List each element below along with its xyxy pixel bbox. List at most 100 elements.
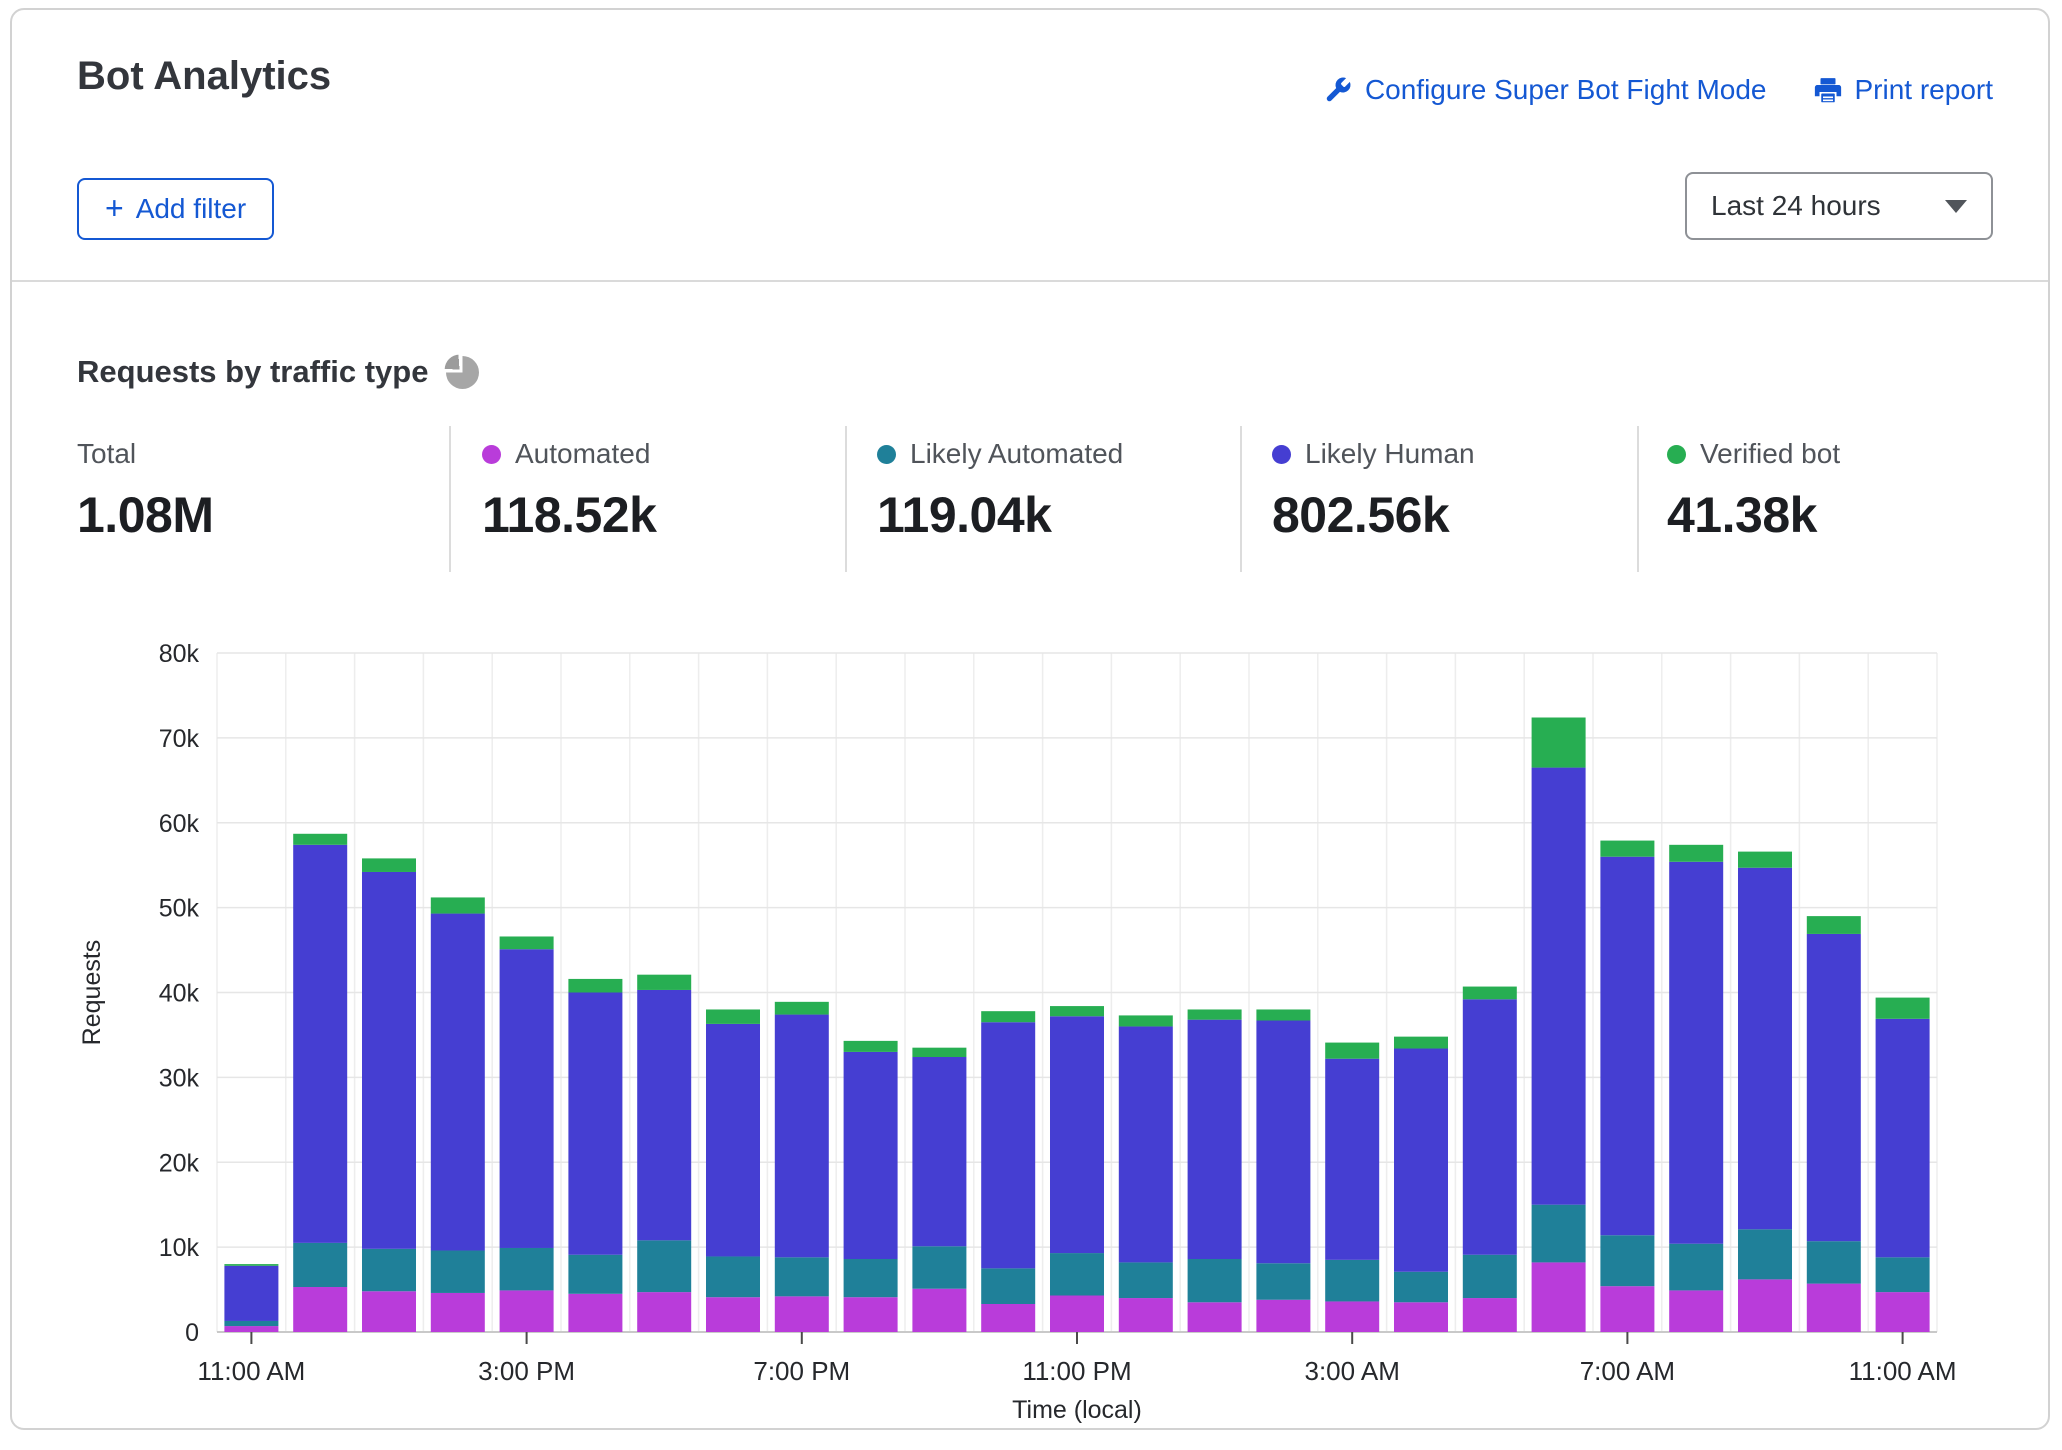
bar-segment-likely-automated[interactable] bbox=[293, 1243, 347, 1287]
configure-super-bot-fight-mode-link[interactable]: Configure Super Bot Fight Mode bbox=[1323, 74, 1767, 106]
bar-segment-likely-human[interactable] bbox=[981, 1022, 1035, 1268]
bar-segment-likely-automated[interactable] bbox=[224, 1321, 278, 1326]
bar-segment-automated[interactable] bbox=[844, 1297, 898, 1332]
bar-segment-likely-automated[interactable] bbox=[637, 1240, 691, 1292]
bar-segment-likely-automated[interactable] bbox=[1119, 1262, 1173, 1298]
bar-hour-11[interactable] bbox=[981, 1011, 1035, 1332]
bar-segment-likely-automated[interactable] bbox=[500, 1248, 554, 1290]
time-range-dropdown[interactable]: Last 24 hours bbox=[1685, 172, 1993, 240]
bar-segment-automated[interactable] bbox=[1325, 1301, 1379, 1332]
bar-segment-automated[interactable] bbox=[706, 1297, 760, 1332]
bar-segment-verified-bot[interactable] bbox=[775, 1002, 829, 1015]
bar-segment-likely-human[interactable] bbox=[1325, 1059, 1379, 1260]
stat-automated[interactable]: Automated 118.52k bbox=[482, 438, 656, 544]
bar-hour-8[interactable] bbox=[775, 1002, 829, 1332]
bar-segment-likely-human[interactable] bbox=[1119, 1026, 1173, 1262]
bar-segment-likely-human[interactable] bbox=[362, 872, 416, 1249]
bar-segment-automated[interactable] bbox=[912, 1289, 966, 1332]
bar-hour-0[interactable] bbox=[224, 1264, 278, 1332]
bar-segment-likely-human[interactable] bbox=[1256, 1021, 1310, 1264]
bar-segment-automated[interactable] bbox=[1256, 1300, 1310, 1332]
bar-segment-automated[interactable] bbox=[1876, 1292, 1930, 1332]
bar-segment-likely-automated[interactable] bbox=[1600, 1235, 1654, 1286]
bar-hour-5[interactable] bbox=[568, 979, 622, 1332]
bar-segment-verified-bot[interactable] bbox=[1256, 1009, 1310, 1020]
bar-hour-20[interactable] bbox=[1600, 841, 1654, 1332]
bar-segment-likely-automated[interactable] bbox=[844, 1259, 898, 1297]
bar-segment-likely-human[interactable] bbox=[912, 1057, 966, 1246]
bar-segment-verified-bot[interactable] bbox=[1394, 1037, 1448, 1049]
bar-segment-verified-bot[interactable] bbox=[500, 936, 554, 949]
bar-hour-23[interactable] bbox=[1807, 916, 1861, 1332]
bar-segment-likely-automated[interactable] bbox=[1325, 1260, 1379, 1302]
bar-segment-verified-bot[interactable] bbox=[362, 858, 416, 872]
bar-segment-likely-automated[interactable] bbox=[1738, 1229, 1792, 1279]
bar-segment-likely-human[interactable] bbox=[1669, 862, 1723, 1244]
bar-segment-verified-bot[interactable] bbox=[1050, 1006, 1104, 1016]
bar-segment-automated[interactable] bbox=[1188, 1302, 1242, 1332]
bar-segment-likely-automated[interactable] bbox=[1463, 1255, 1517, 1298]
bar-segment-verified-bot[interactable] bbox=[981, 1011, 1035, 1022]
bar-hour-3[interactable] bbox=[431, 897, 485, 1332]
bar-segment-likely-human[interactable] bbox=[568, 993, 622, 1255]
bar-segment-automated[interactable] bbox=[775, 1296, 829, 1332]
bar-segment-verified-bot[interactable] bbox=[706, 1009, 760, 1023]
bar-segment-likely-human[interactable] bbox=[1050, 1016, 1104, 1253]
bar-segment-automated[interactable] bbox=[1532, 1262, 1586, 1332]
bar-segment-likely-automated[interactable] bbox=[981, 1268, 1035, 1304]
bar-segment-likely-automated[interactable] bbox=[1050, 1253, 1104, 1295]
bar-segment-verified-bot[interactable] bbox=[1807, 916, 1861, 934]
bar-hour-15[interactable] bbox=[1256, 1009, 1310, 1332]
stat-likely-human[interactable]: Likely Human 802.56k bbox=[1272, 438, 1475, 544]
bar-segment-likely-human[interactable] bbox=[1600, 857, 1654, 1236]
bar-hour-10[interactable] bbox=[912, 1048, 966, 1332]
bar-segment-likely-human[interactable] bbox=[637, 990, 691, 1240]
bar-hour-24[interactable] bbox=[1876, 998, 1930, 1332]
bar-segment-likely-automated[interactable] bbox=[912, 1246, 966, 1288]
bar-segment-likely-human[interactable] bbox=[293, 845, 347, 1243]
bar-hour-2[interactable] bbox=[362, 858, 416, 1332]
bar-segment-automated[interactable] bbox=[431, 1293, 485, 1332]
bar-segment-automated[interactable] bbox=[1119, 1298, 1173, 1332]
bar-segment-automated[interactable] bbox=[1738, 1279, 1792, 1332]
bar-segment-verified-bot[interactable] bbox=[912, 1048, 966, 1057]
bar-hour-7[interactable] bbox=[706, 1009, 760, 1332]
bar-segment-automated[interactable] bbox=[1807, 1284, 1861, 1332]
bar-segment-verified-bot[interactable] bbox=[224, 1264, 278, 1266]
bar-segment-likely-automated[interactable] bbox=[1532, 1205, 1586, 1263]
bar-segment-likely-human[interactable] bbox=[775, 1015, 829, 1258]
bar-segment-automated[interactable] bbox=[1463, 1298, 1517, 1332]
print-report-link[interactable]: Print report bbox=[1813, 74, 1994, 106]
bar-segment-verified-bot[interactable] bbox=[637, 975, 691, 990]
bar-segment-automated[interactable] bbox=[293, 1287, 347, 1332]
bar-segment-likely-human[interactable] bbox=[706, 1024, 760, 1257]
bar-segment-verified-bot[interactable] bbox=[1119, 1015, 1173, 1026]
bar-segment-automated[interactable] bbox=[1669, 1290, 1723, 1332]
bar-hour-14[interactable] bbox=[1188, 1009, 1242, 1332]
bar-segment-verified-bot[interactable] bbox=[1325, 1043, 1379, 1059]
bar-segment-likely-automated[interactable] bbox=[1669, 1244, 1723, 1291]
bar-segment-automated[interactable] bbox=[1394, 1302, 1448, 1332]
bar-segment-likely-human[interactable] bbox=[1463, 999, 1517, 1254]
bar-segment-automated[interactable] bbox=[568, 1294, 622, 1332]
bar-hour-9[interactable] bbox=[844, 1041, 898, 1332]
bar-segment-likely-automated[interactable] bbox=[1394, 1272, 1448, 1303]
bar-segment-automated[interactable] bbox=[224, 1326, 278, 1332]
bar-hour-22[interactable] bbox=[1738, 852, 1792, 1332]
bar-segment-verified-bot[interactable] bbox=[1463, 987, 1517, 1000]
bar-segment-automated[interactable] bbox=[637, 1292, 691, 1332]
bar-hour-1[interactable] bbox=[293, 834, 347, 1332]
bar-segment-verified-bot[interactable] bbox=[1532, 718, 1586, 768]
add-filter-button[interactable]: + Add filter bbox=[77, 178, 274, 240]
bar-hour-12[interactable] bbox=[1050, 1006, 1104, 1332]
stat-verified-bot[interactable]: Verified bot 41.38k bbox=[1667, 438, 1840, 544]
bar-hour-13[interactable] bbox=[1119, 1015, 1173, 1332]
bar-segment-likely-human[interactable] bbox=[1807, 934, 1861, 1241]
bar-segment-verified-bot[interactable] bbox=[568, 979, 622, 993]
stat-likely-automated[interactable]: Likely Automated 119.04k bbox=[877, 438, 1123, 544]
bar-hour-6[interactable] bbox=[637, 975, 691, 1332]
bar-segment-automated[interactable] bbox=[981, 1304, 1035, 1332]
bar-segment-likely-human[interactable] bbox=[844, 1052, 898, 1259]
bar-segment-likely-human[interactable] bbox=[431, 914, 485, 1251]
bar-hour-21[interactable] bbox=[1669, 845, 1723, 1332]
